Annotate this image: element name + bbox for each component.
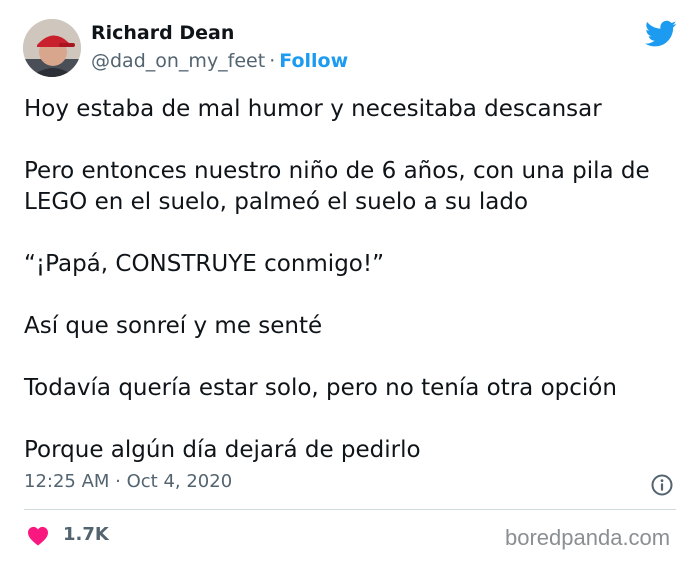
tweet-body: Hoy estaba de mal humor y necesitaba des… xyxy=(24,94,684,466)
author-handle[interactable]: @dad_on_my_feet xyxy=(91,50,265,72)
tweet-paragraph: Hoy estaba de mal humor y necesitaba des… xyxy=(24,96,602,122)
divider xyxy=(24,509,676,510)
like-count[interactable]: 1.7K xyxy=(63,524,109,545)
heart-icon[interactable] xyxy=(27,526,49,546)
tweet-paragraph: Todavía quería estar solo, pero no tenía… xyxy=(24,375,617,401)
boredpanda-watermark: boredpanda.com xyxy=(505,525,671,550)
avatar[interactable] xyxy=(23,19,81,77)
author-handle-row: @dad_on_my_feet · Follow xyxy=(91,50,348,72)
avatar-image xyxy=(23,19,81,77)
author-name[interactable]: Richard Dean xyxy=(91,22,234,44)
tweet-paragraph: “¡Papá, CONSTRUYE conmigo!” xyxy=(24,251,385,277)
twitter-bird-icon[interactable] xyxy=(645,20,677,48)
follow-button[interactable]: Follow xyxy=(279,50,348,72)
tweet-timestamp[interactable]: 12:25 AM · Oct 4, 2020 xyxy=(24,471,232,492)
tweet-paragraph: Así que sonreí y me senté xyxy=(24,313,323,339)
tweet-paragraph: Pero entonces nuestro niño de 6 años, co… xyxy=(24,158,650,215)
separator-dot: · xyxy=(269,50,276,72)
tweet-paragraph: Porque algún día dejará de pedirlo xyxy=(24,437,421,463)
info-icon[interactable] xyxy=(651,474,673,496)
tweet-card: Richard Dean @dad_on_my_feet · Follow Hoy … xyxy=(0,0,700,563)
